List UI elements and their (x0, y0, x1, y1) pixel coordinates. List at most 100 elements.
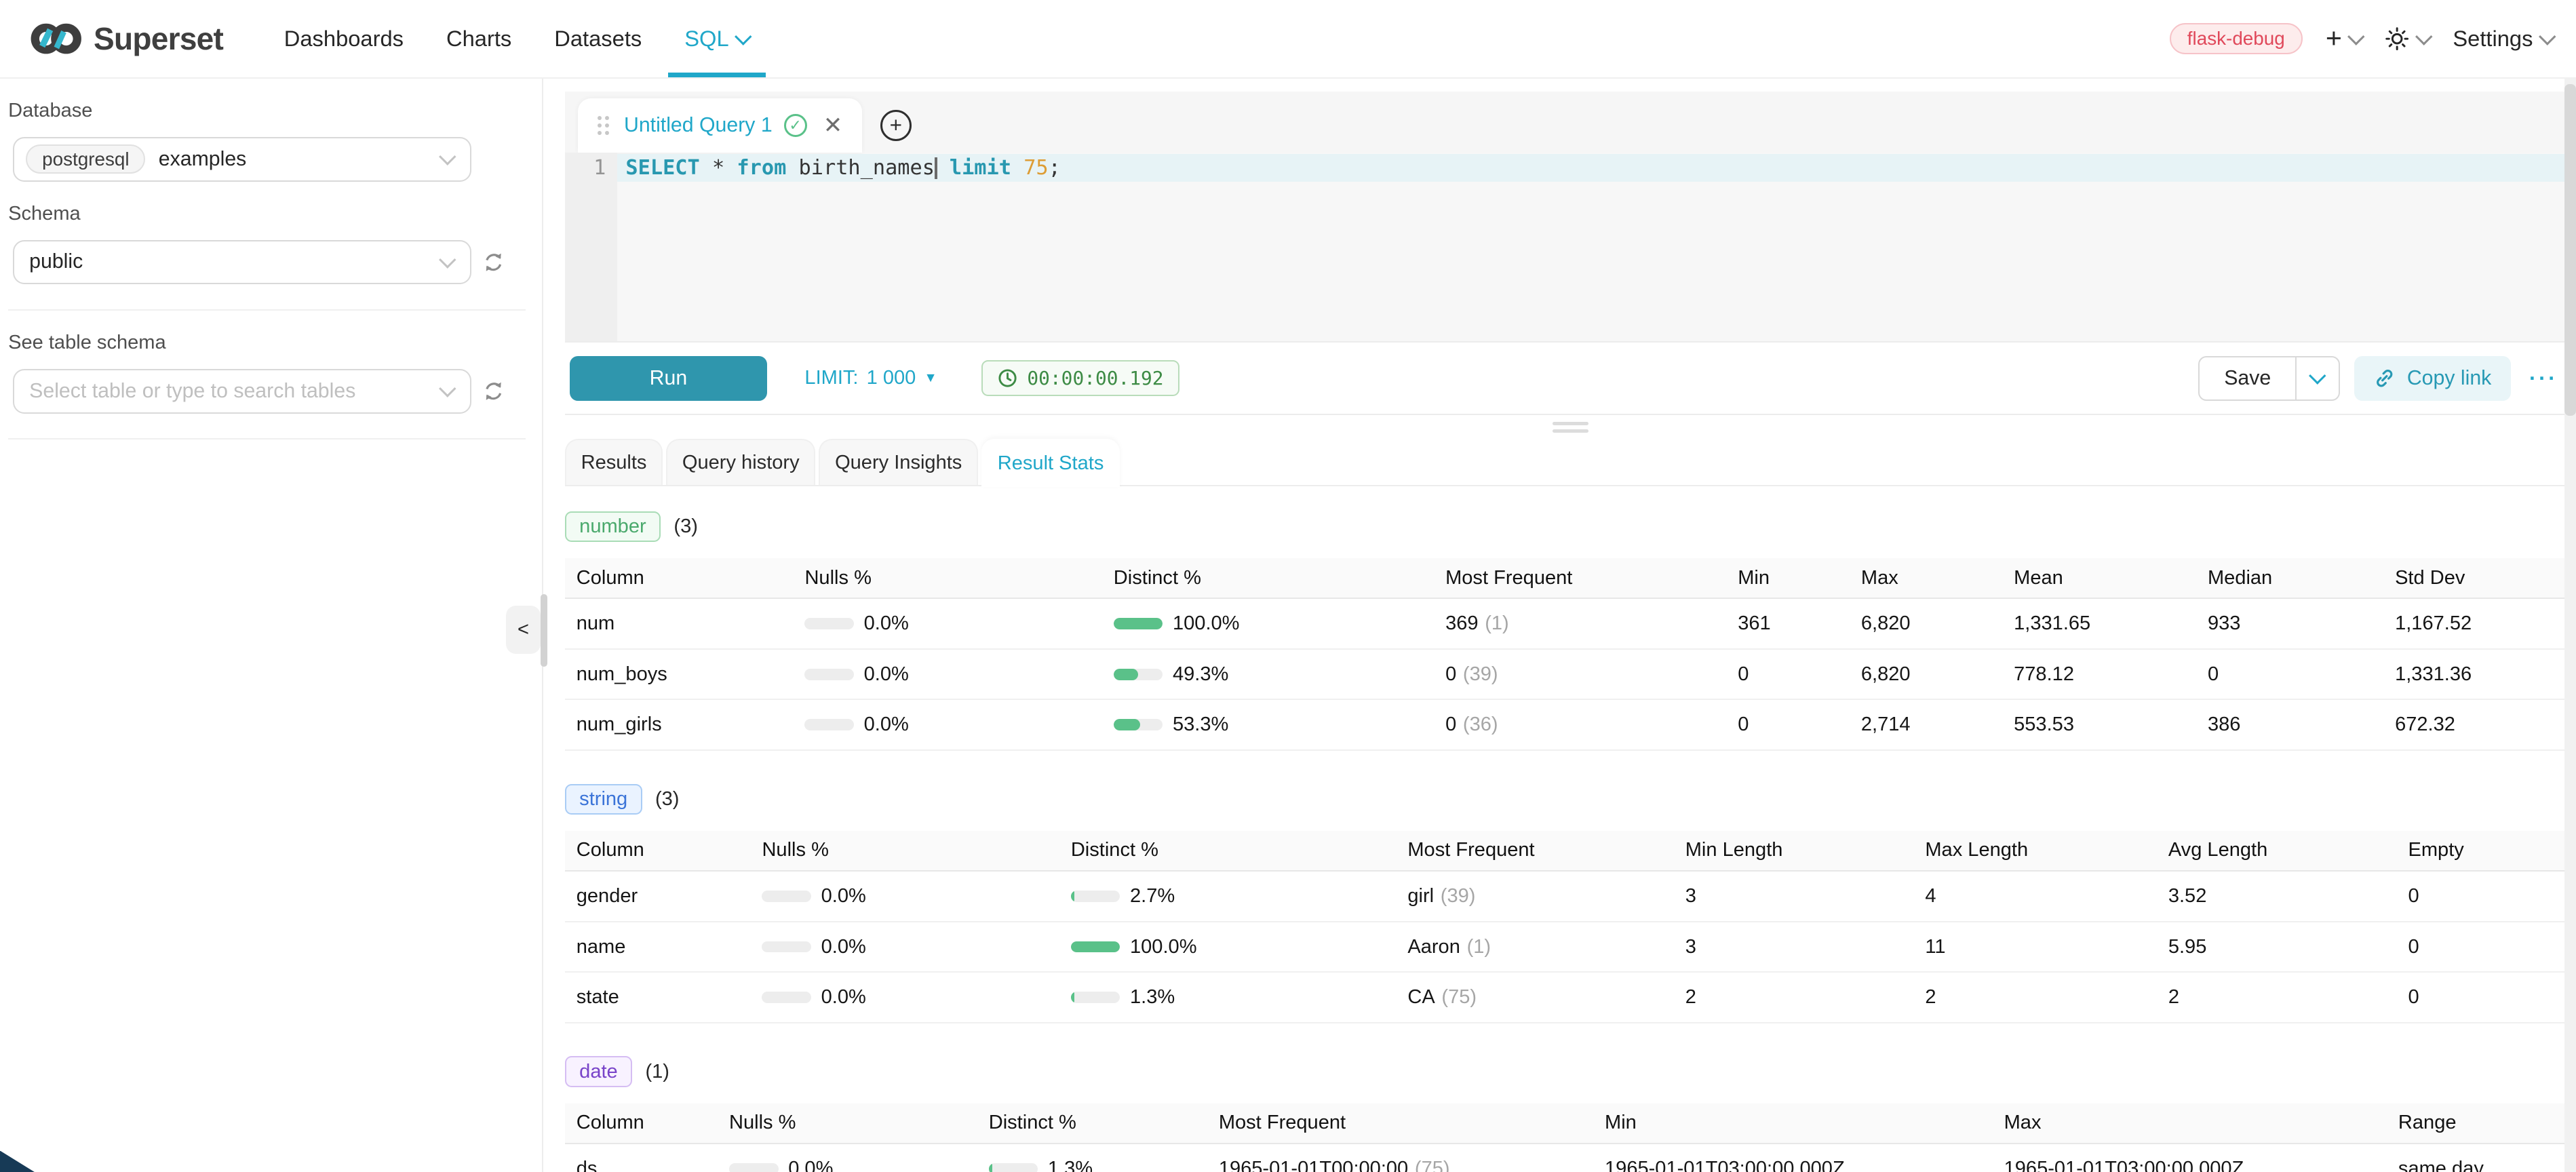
sql-editor[interactable]: 1 SELECT * from birth_names limit 75; (565, 153, 2576, 342)
stat-value-cell: 2 (1685, 986, 1926, 1009)
settings-label: Settings (2453, 26, 2533, 52)
header-cell: Most Frequent (1445, 567, 1738, 589)
theme-toggle-button[interactable] (2385, 26, 2429, 51)
tab-query-insights[interactable]: Query Insights (819, 439, 978, 485)
pane-resize-handle[interactable] (1553, 422, 1588, 433)
page-scrollbar[interactable] (2564, 77, 2576, 1172)
save-options-button[interactable] (2295, 356, 2339, 400)
stat-value-cell: 1965-01-01T03:00:00.000Z (1605, 1158, 2004, 1172)
save-button[interactable]: Save (2198, 356, 2297, 400)
most-frequent-count: (39) (1441, 885, 1476, 907)
stats-table-header: ColumnNulls %Distinct %Most FrequentMinM… (565, 558, 2564, 599)
stat-value-cell: 386 (2208, 714, 2395, 736)
most-frequent-count: (75) (1441, 986, 1477, 1008)
stats-sections: number(3)ColumnNulls %Distinct %Most Fre… (565, 486, 2576, 1172)
limit-dropdown[interactable]: LIMIT: 1 000 ▼ (804, 367, 937, 389)
tab-query-history[interactable]: Query history (666, 439, 815, 485)
sql-token: ; (1049, 154, 1061, 182)
sidebar-divider (8, 309, 526, 311)
stats-row-num: num0.0%100.0%369(1)3616,8201,331.659331,… (565, 599, 2564, 650)
tab-result-stats[interactable]: Result Stats (981, 439, 1120, 486)
query-tab-title: Untitled Query 1 (624, 114, 773, 137)
more-actions-button[interactable]: ··· (2529, 366, 2558, 391)
collapse-sidebar-button[interactable]: < (506, 606, 541, 653)
nulls-bar (804, 719, 854, 730)
database-select[interactable]: postgresql examples (13, 137, 471, 181)
nulls-percent: 0.0% (788, 1158, 833, 1172)
distinct-percent: 100.0% (1130, 936, 1197, 958)
header-cell: Distinct % (1071, 839, 1408, 861)
sun-icon (2385, 26, 2409, 51)
close-tab-icon[interactable]: ✕ (823, 112, 842, 139)
sql-token: 75 (1023, 154, 1048, 182)
scrollbar-thumb[interactable] (2564, 84, 2576, 416)
most-frequent-value: 369 (1445, 612, 1478, 634)
nulls-percent: 0.0% (864, 663, 909, 686)
chevron-down-icon (2309, 368, 2326, 385)
distinct-bar (989, 1163, 1038, 1172)
settings-menu[interactable]: Settings (2453, 26, 2553, 52)
sql-token: from (737, 154, 786, 182)
stat-value-cell: 1,331.36 (2395, 663, 2564, 686)
sql-token (937, 154, 950, 182)
sql-token: * (700, 154, 737, 182)
stats-section-number: number(3)ColumnNulls %Distinct %Most Fre… (565, 511, 2564, 751)
type-badge-date: date (565, 1056, 632, 1087)
distinct-cell: 1.3% (989, 1158, 1219, 1172)
copy-link-button[interactable]: Copy link (2354, 356, 2511, 400)
refresh-schemas-button[interactable] (483, 252, 504, 273)
editor-toolbar: Run LIMIT: 1 000 ▼ 00:00:00.192 (565, 341, 2576, 415)
chevron-down-icon (2415, 28, 2432, 45)
distinct-percent: 100.0% (1173, 612, 1240, 635)
distinct-cell: 2.7% (1071, 885, 1408, 907)
nav-item-charts[interactable]: Charts (425, 0, 533, 77)
stat-value-cell: 11 (1925, 936, 2168, 958)
nav-item-sql[interactable]: SQL (663, 0, 770, 77)
nav-item-datasets[interactable]: Datasets (533, 0, 663, 77)
column-name: name (565, 936, 762, 958)
run-button[interactable]: Run (570, 356, 767, 400)
column-name: num_boys (565, 663, 805, 686)
nulls-bar (729, 1163, 779, 1172)
nulls-percent: 0.0% (821, 936, 866, 958)
sql-code-line: SELECT * from birth_names limit 75; (617, 154, 2576, 182)
stat-value-cell: 933 (2208, 612, 2395, 635)
editor-code-area[interactable]: SELECT * from birth_names limit 75; (617, 153, 2576, 342)
distinct-bar (1071, 891, 1120, 902)
nav-item-dashboards[interactable]: Dashboards (262, 0, 425, 77)
caret-down-icon: ▼ (924, 370, 937, 386)
most-frequent-value: 1965-01-01T00:00:00 (1219, 1158, 1408, 1172)
schema-label: Schema (8, 203, 542, 225)
stat-value-cell: 2 (1925, 986, 2168, 1009)
stat-value-cell: 0 (1738, 663, 1861, 686)
most-frequent-cell: girl(39) (1407, 885, 1685, 907)
header-cell: Distinct % (1114, 567, 1445, 589)
superset-logo[interactable]: Superset (30, 19, 224, 58)
new-query-tab-button[interactable]: + (880, 110, 912, 141)
refresh-tables-button[interactable] (483, 380, 504, 402)
nulls-percent: 0.0% (821, 885, 866, 907)
stat-value-cell: 0 (2408, 936, 2564, 958)
stat-value-cell: 6,820 (1861, 663, 2014, 686)
sql-token: limit (950, 154, 1011, 182)
chevron-down-icon (2539, 28, 2556, 45)
superset-sql-lab: Superset Dashboards Charts Datasets SQL … (0, 0, 2576, 1172)
distinct-cell: 53.3% (1114, 714, 1445, 736)
stat-value-cell: 3.52 (2168, 885, 2408, 907)
type-badge-row: date(1) (565, 1056, 2564, 1087)
schema-value: public (29, 250, 83, 273)
new-item-button[interactable]: + (2326, 24, 2362, 52)
tab-results[interactable]: Results (565, 439, 663, 485)
stat-value-cell: 0 (2408, 986, 2564, 1009)
header-cell: Column (565, 839, 762, 861)
query-editor-tab[interactable]: Untitled Query 1 ✓ ✕ (578, 98, 862, 153)
column-name: gender (565, 885, 762, 907)
most-frequent-count: (36) (1463, 714, 1498, 735)
body: Database postgresql examples Schema publ… (0, 79, 2576, 1172)
table-select[interactable]: Select table or type to search tables (13, 369, 471, 413)
schema-select[interactable]: public (13, 240, 471, 284)
header-cell: Most Frequent (1219, 1112, 1605, 1134)
stats-section-string: string(3)ColumnNulls %Distinct %Most Fre… (565, 784, 2564, 1023)
panel-resize-grip[interactable] (541, 594, 547, 667)
drag-handle-icon[interactable] (598, 116, 609, 135)
